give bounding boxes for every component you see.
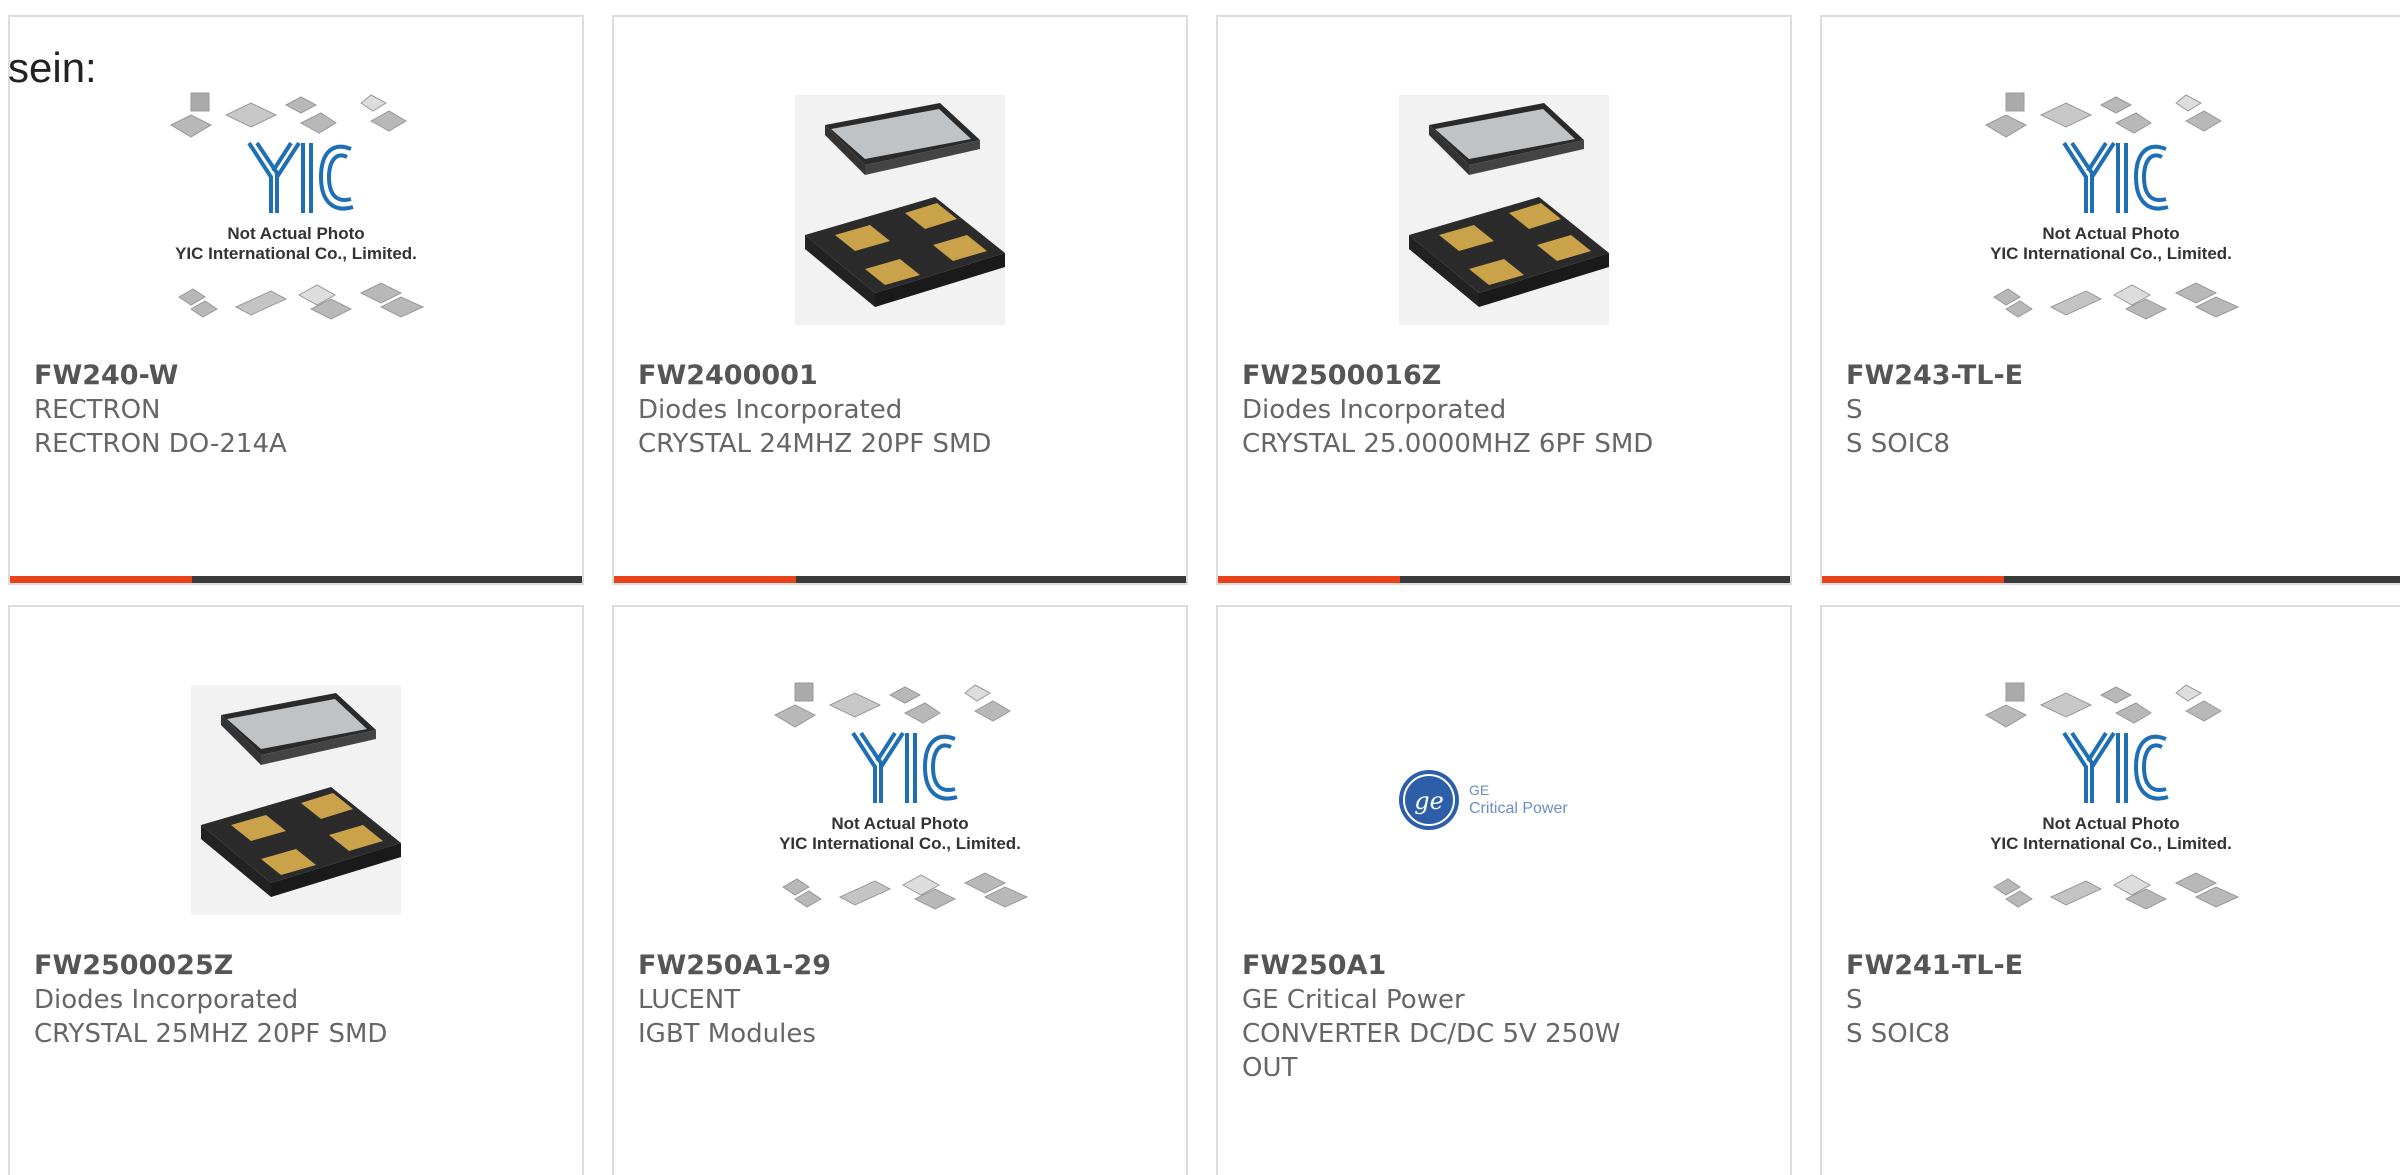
part-number[interactable]: FW250A1-29 bbox=[638, 949, 1162, 983]
placeholder-company: YIC International Co., Limited. bbox=[175, 244, 417, 263]
placeholder-caption: Not Actual Photo bbox=[2042, 224, 2179, 243]
manufacturer: Diodes Incorporated bbox=[34, 985, 299, 1015]
description-continued: OUT bbox=[1242, 1053, 1298, 1083]
ge-logo-text: GE bbox=[1469, 782, 1489, 798]
part-number[interactable]: FW250A1 bbox=[1242, 949, 1766, 983]
part-number[interactable]: FW2500025Z bbox=[34, 949, 558, 983]
product-card[interactable]: FW2400001 Diodes Incorporated CRYSTAL 24… bbox=[612, 15, 1188, 585]
card-progress-bar bbox=[1822, 576, 2400, 583]
card-progress-bar bbox=[1218, 576, 1790, 583]
product-card[interactable]: FW2500016Z Diodes Incorporated CRYSTAL 2… bbox=[1216, 15, 1792, 585]
description: CRYSTAL 24MHZ 20PF SMD bbox=[638, 429, 992, 459]
ge-monogram-icon: ge bbox=[1414, 787, 1444, 815]
description: S SOIC8 bbox=[1846, 429, 1951, 459]
manufacturer: GE Critical Power bbox=[1242, 985, 1465, 1015]
placeholder-company: YIC International Co., Limited. bbox=[1990, 244, 2232, 263]
product-card[interactable]: Not Actual Photo YIC International Co., … bbox=[1820, 15, 2400, 585]
card-progress-bar bbox=[10, 576, 582, 583]
product-image: Not Actual Photo YIC International Co., … bbox=[1976, 675, 2246, 925]
description: S SOIC8 bbox=[1846, 1019, 1951, 1049]
part-number[interactable]: FW2500016Z bbox=[1242, 359, 1766, 393]
manufacturer: Diodes Incorporated bbox=[1242, 395, 1507, 425]
placeholder-caption: Not Actual Photo bbox=[2042, 814, 2179, 833]
ge-logo-subtext: Critical Power bbox=[1469, 800, 1568, 817]
placeholder-company: YIC International Co., Limited. bbox=[1990, 834, 2232, 853]
product-image: Not Actual Photo YIC International Co., … bbox=[1976, 85, 2246, 335]
manufacturer: S bbox=[1846, 395, 1863, 425]
product-image: Not Actual Photo YIC International Co., … bbox=[161, 85, 431, 335]
crystal-image bbox=[1369, 85, 1639, 335]
manufacturer: LUCENT bbox=[638, 985, 741, 1015]
description: IGBT Modules bbox=[638, 1019, 816, 1049]
product-card[interactable]: Not Actual Photo YIC International Co., … bbox=[8, 15, 584, 585]
part-number[interactable]: FW241-TL-E bbox=[1846, 949, 2376, 983]
part-number[interactable]: FW240-W bbox=[34, 359, 558, 393]
card-progress-bar bbox=[614, 576, 1186, 583]
product-card[interactable]: ge GE Critical Power FW250A1 GE Critical… bbox=[1216, 605, 1792, 1175]
description: CONVERTER DC/DC 5V 250W bbox=[1242, 1019, 1621, 1049]
ge-critical-power-logo: ge GE Critical Power bbox=[1399, 770, 1568, 830]
description: RECTRON DO-214A bbox=[34, 429, 287, 459]
part-number[interactable]: FW2400001 bbox=[638, 359, 1162, 393]
manufacturer: RECTRON bbox=[34, 395, 161, 425]
product-card[interactable]: FW2500025Z Diodes Incorporated CRYSTAL 2… bbox=[8, 605, 584, 1175]
product-image: Not Actual Photo YIC International Co., … bbox=[765, 675, 1035, 925]
placeholder-caption: Not Actual Photo bbox=[227, 224, 364, 243]
manufacturer: S bbox=[1846, 985, 1863, 1015]
product-card[interactable]: Not Actual Photo YIC International Co., … bbox=[1820, 605, 2400, 1175]
placeholder-caption: Not Actual Photo bbox=[831, 814, 968, 833]
part-number[interactable]: FW243-TL-E bbox=[1846, 359, 2376, 393]
manufacturer: Diodes Incorporated bbox=[638, 395, 903, 425]
product-card[interactable]: Not Actual Photo YIC International Co., … bbox=[612, 605, 1188, 1175]
placeholder-company: YIC International Co., Limited. bbox=[779, 834, 1021, 853]
crystal-image bbox=[765, 85, 1035, 335]
description: CRYSTAL 25MHZ 20PF SMD bbox=[34, 1019, 388, 1049]
description: CRYSTAL 25.0000MHZ 6PF SMD bbox=[1242, 429, 1654, 459]
crystal-image bbox=[161, 675, 431, 925]
page-text-fragment: sein: bbox=[8, 44, 97, 91]
